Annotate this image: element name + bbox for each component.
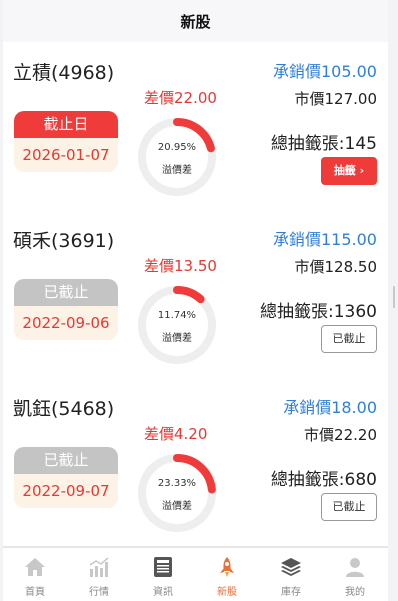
underwrite-price: 承銷價18.00 <box>283 398 377 417</box>
page-title: 新股 <box>180 13 211 31</box>
underwrite-price: 承銷價105.00 <box>273 62 377 81</box>
tab-label: 庫存 <box>281 587 301 598</box>
price-diff: 差價22.00 <box>144 89 217 107</box>
deadline-date: 2022-09-07 <box>22 482 110 500</box>
tab-label: 行情 <box>89 587 109 598</box>
closed-button[interactable]: 已截止 <box>321 493 377 521</box>
total-lottery: 總抽籤張:680 <box>270 470 377 490</box>
stock-card[interactable]: 立積(4968) 差價22.00 截止日 2026-01-07 20.95% 溢… <box>3 42 388 211</box>
tab-label: 首頁 <box>25 587 45 598</box>
status-badge: 截止日 2026-01-07 <box>14 111 118 172</box>
market-price: 市價22.20 <box>304 426 377 444</box>
premium-label: 溢價差 <box>162 501 192 512</box>
rocket-icon <box>220 557 234 577</box>
layers-icon <box>281 558 301 576</box>
premium-percent: 23.33% <box>157 478 197 489</box>
total-lottery: 總抽籤張:145 <box>270 134 377 154</box>
top-bar: 新股 <box>3 0 388 42</box>
chart-icon <box>89 557 109 577</box>
tab-news[interactable]: 資訊 <box>131 548 195 601</box>
premium-ring-chart <box>138 286 216 364</box>
price-diff: 差價4.20 <box>144 425 208 443</box>
premium-ring-chart <box>138 118 216 196</box>
tab-inventory[interactable]: 庫存 <box>259 548 323 601</box>
closed-button[interactable]: 已截止 <box>321 325 377 353</box>
market-price: 市價127.00 <box>294 90 378 108</box>
news-icon <box>154 557 172 577</box>
draw-button[interactable]: 抽籤 › <box>321 157 377 185</box>
tab-market[interactable]: 行情 <box>67 548 131 601</box>
status-label: 已截止 <box>14 447 118 474</box>
premium-percent: 20.95% <box>157 142 197 153</box>
deadline-date: 2026-01-07 <box>22 146 110 164</box>
premium-ring-chart <box>138 454 216 532</box>
price-diff: 差價13.50 <box>144 257 217 275</box>
premium-label: 溢價差 <box>162 165 192 176</box>
tab-home[interactable]: 首頁 <box>3 548 67 601</box>
tab-label: 資訊 <box>153 587 173 598</box>
underwrite-price: 承銷價115.00 <box>273 230 377 249</box>
stock-name: 凱鈺(5468) <box>13 398 115 420</box>
stock-card[interactable]: 凱鈺(5468) 差價4.20 已截止 2022-09-07 23.33% 溢價… <box>3 378 388 547</box>
status-label: 已截止 <box>14 279 118 306</box>
status-badge: 已截止 2022-09-07 <box>14 447 118 508</box>
tab-label: 我的 <box>345 587 365 598</box>
status-label: 截止日 <box>14 111 118 138</box>
user-icon <box>346 558 364 577</box>
tab-label: 新股 <box>217 587 237 598</box>
app-frame: 新股 立積(4968) 差價22.00 截止日 2026-01-07 20.95… <box>3 0 388 601</box>
premium-percent: 11.74% <box>157 310 197 321</box>
scrollbar-thumb[interactable] <box>393 286 395 308</box>
premium-label: 溢價差 <box>162 333 192 344</box>
stock-name: 立積(4968) <box>13 62 115 84</box>
deadline-date: 2022-09-06 <box>22 314 110 332</box>
tab-profile[interactable]: 我的 <box>323 548 387 601</box>
status-badge: 已截止 2022-09-06 <box>14 279 118 340</box>
market-price: 市價128.50 <box>294 258 378 276</box>
stock-card[interactable]: 碩禾(3691) 差價13.50 已截止 2022-09-06 11.74% 溢… <box>3 210 388 379</box>
tab-new-stock[interactable]: 新股 <box>195 548 259 601</box>
total-lottery: 總抽籤張:1360 <box>260 302 377 322</box>
home-icon <box>25 558 45 576</box>
bottom-tab-bar: 首頁 行情 資訊 新股 庫存 我的 <box>3 547 388 601</box>
stock-name: 碩禾(3691) <box>13 230 115 252</box>
